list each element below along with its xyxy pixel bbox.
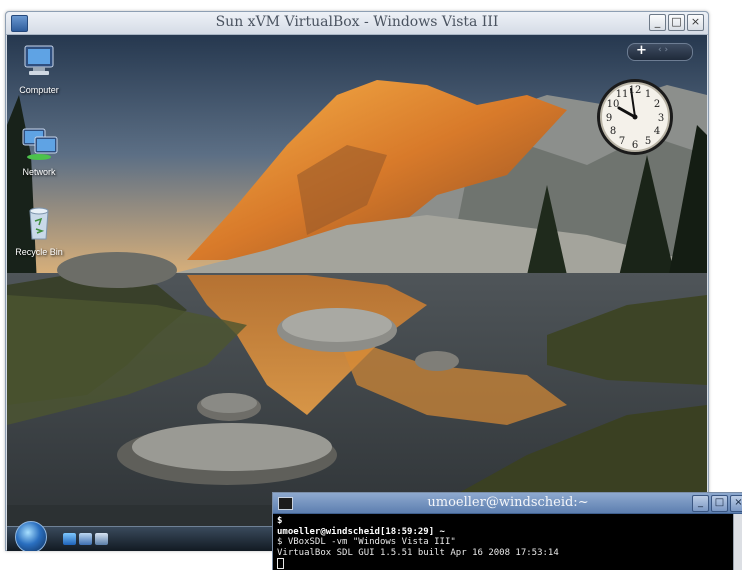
terminal-line: $ VBoxSDL -vm "Windows Vista III" [277,537,456,547]
desktop-icon-recycle-bin[interactable]: Recycle Bin [9,205,69,257]
desktop-icon-label: Computer [19,85,59,95]
switch-windows-icon[interactable] [95,533,108,545]
svg-text:2: 2 [654,99,660,110]
terminal-cursor [277,558,284,569]
terminal-scrollbar[interactable] [733,514,742,570]
terminal-output[interactable]: $ umoeller@windscheid[18:59:29] ~ $ VBoxSD… [273,514,733,570]
window-title: Sun xVM VirtualBox - Windows Vista III [215,14,499,30]
network-icon [22,128,58,160]
svg-text:11: 11 [616,89,629,100]
virtualbox-titlebar[interactable]: Sun xVM VirtualBox - Windows Vista III _… [6,12,708,35]
terminal-line: $ [277,516,283,526]
show-desktop-icon[interactable] [79,533,92,545]
terminal-maximize-button[interactable]: □ [711,495,728,512]
terminal-close-button[interactable]: × [730,495,742,512]
desktop-icon-network[interactable]: Network [9,125,69,177]
svg-text:4: 4 [654,126,660,137]
sidebar-controls: + ‹ › [627,43,693,61]
recycle-bin-icon [29,207,49,240]
svg-text:1: 1 [645,89,651,100]
gadget-nav-arrows[interactable]: ‹ › [658,45,668,55]
svg-text:10: 10 [607,99,620,110]
guest-desktop[interactable]: Computer Network Recycle Bin + ‹ › 12 1 … [7,35,707,551]
window-controls: _ □ × [649,14,704,31]
internet-explorer-icon[interactable] [63,533,76,545]
svg-text:9: 9 [606,113,612,124]
terminal-minimize-button[interactable]: _ [692,495,709,512]
svg-text:6: 6 [632,140,638,151]
clock-gadget[interactable]: 12 1 2 3 4 5 6 7 8 9 10 11 [595,77,675,157]
desktop-icon-label: Network [22,167,56,177]
terminal-prompt-line [277,558,733,570]
svg-text:3: 3 [658,113,664,124]
svg-text:8: 8 [610,126,616,137]
close-button[interactable]: × [687,14,704,31]
svg-text:5: 5 [645,136,651,147]
computer-icon [24,45,54,75]
screen: Sun xVM VirtualBox - Windows Vista III _… [0,0,742,570]
maximize-button[interactable]: □ [668,14,685,31]
svg-text:7: 7 [619,136,625,147]
terminal-window[interactable]: umoeller@windscheid:~ _ □ × $ umoeller@wi… [272,492,742,570]
terminal-titlebar[interactable]: umoeller@windscheid:~ _ □ × [273,493,742,514]
virtualbox-window: Sun xVM VirtualBox - Windows Vista III _… [5,11,709,551]
add-gadget-button[interactable]: + [636,43,647,58]
terminal-window-controls: _ □ × [692,495,742,512]
desktop-icon-computer[interactable]: Computer [9,43,69,95]
terminal-line: umoeller@windscheid[18:59:29] ~ [277,526,445,537]
terminal-line: VirtualBox SDL GUI 1.5.51 built Apr 16 2… [277,547,559,558]
windows-start-orb-icon[interactable] [15,521,47,551]
terminal-title: umoeller@windscheid:~ [427,495,589,510]
minimize-button[interactable]: _ [649,14,666,31]
desktop-icon-label: Recycle Bin [15,247,63,257]
